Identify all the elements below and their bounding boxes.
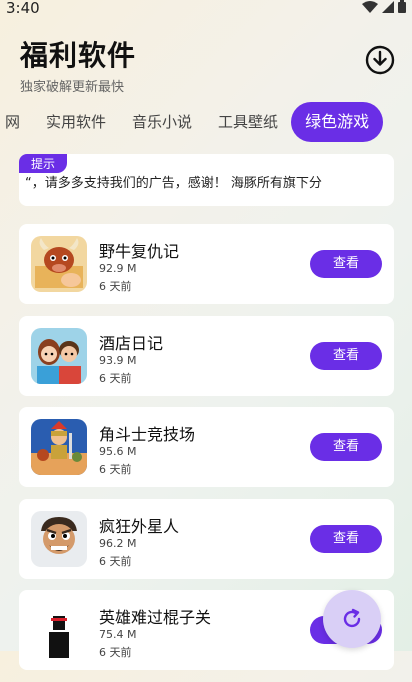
app-size: 93.9 M — [99, 353, 137, 367]
tab-utility-software[interactable]: 实用软件 — [33, 102, 119, 142]
app-time: 6 天前 — [99, 371, 132, 385]
notice-badge: 提示 — [19, 154, 68, 173]
notice-text: “，请多多支持我们的广告，感谢！ 海豚所有旗下分 — [25, 176, 322, 191]
app-time: 6 天前 — [99, 280, 132, 293]
app-size: 95.6 M — [99, 445, 137, 458]
category-tabs: 网 实用软件 音乐小说 工具壁纸 绿色游戏 — [0, 102, 384, 142]
list-item[interactable]: 野牛复仇记 92.9 M 6 天前 查看 — [19, 224, 394, 304]
refresh-icon — [343, 608, 361, 628]
status-bar: 3:40 — [0, 0, 412, 18]
app-time: 6 天前 — [99, 646, 132, 659]
view-button[interactable]: 查看 — [310, 524, 382, 553]
app-time: 6 天前 — [99, 554, 132, 568]
page-title: 福利软件 — [20, 39, 137, 72]
view-button[interactable]: 查看 — [310, 341, 382, 370]
app-name: 英雄难过棍子关 — [99, 608, 212, 627]
app-icon-crazy-alien — [31, 510, 87, 567]
app-name: 疯狂外星人 — [99, 516, 180, 536]
list-item[interactable]: 疯狂外星人 96.2 M 6 天前 查看 — [19, 498, 394, 579]
app-icon-hotel-diary — [31, 327, 87, 384]
app-size: 92.9 M — [99, 262, 137, 275]
wifi-icon — [362, 0, 378, 13]
status-time: 3:40 — [6, 0, 40, 17]
app-icon-bull-revenge — [31, 236, 87, 292]
refresh-button[interactable] — [323, 590, 381, 648]
app-name: 角斗士竞技场 — [99, 425, 196, 444]
battery-icon — [398, 0, 406, 13]
tab-tools-wallpapers[interactable]: 工具壁纸 — [205, 102, 291, 142]
app-name: 酒店日记 — [99, 333, 164, 353]
list-item[interactable]: 角斗士竞技场 95.6 M 6 天前 查看 — [19, 407, 394, 487]
app-size: 75.4 M — [99, 628, 137, 641]
app-size: 96.2 M — [99, 536, 137, 550]
app-icon-gladiator-arena — [31, 419, 87, 475]
view-button[interactable]: 查看 — [310, 250, 382, 278]
view-button[interactable]: 查看 — [310, 433, 382, 461]
tab-green-games[interactable]: 绿色游戏 — [291, 102, 384, 142]
tab-music-novels[interactable]: 音乐小说 — [119, 102, 205, 142]
notice-banner: 提示 “，请多多支持我们的广告，感谢！ 海豚所有旗下分 — [19, 154, 394, 206]
app-header: 福利软件 独家破解更新最快 — [20, 34, 136, 95]
status-icons — [362, 0, 406, 13]
download-button[interactable] — [364, 44, 396, 76]
app-name: 野牛复仇记 — [99, 242, 180, 261]
list-item[interactable]: 酒店日记 93.9 M 6 天前 查看 — [19, 315, 394, 396]
download-icon — [365, 45, 395, 75]
page-subtitle: 独家破解更新最快 — [20, 80, 125, 95]
app-icon-stick-hero — [31, 602, 87, 658]
app-time: 6 天前 — [99, 463, 132, 476]
tab-web[interactable]: 网 — [0, 102, 33, 142]
signal-icon — [382, 0, 394, 13]
